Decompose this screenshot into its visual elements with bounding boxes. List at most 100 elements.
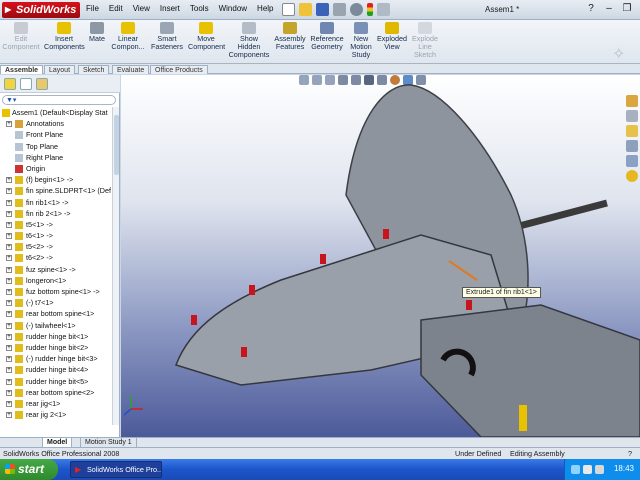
- expand-icon[interactable]: +: [6, 300, 12, 307]
- tree-item[interactable]: + rear jig 2<1>: [0, 409, 112, 420]
- tree-item[interactable]: Top Plane: [0, 141, 112, 152]
- search-help-icon[interactable]: ?: [584, 3, 598, 14]
- exploded-view-button[interactable]: Exploded View: [376, 22, 408, 51]
- print-icon[interactable]: [333, 3, 346, 16]
- tree-item[interactable]: + (-) t7<1>: [0, 297, 112, 308]
- expand-icon[interactable]: +: [6, 255, 12, 262]
- tree-item[interactable]: + longeron<1>: [0, 275, 112, 286]
- menu-help[interactable]: Help: [257, 4, 273, 13]
- expand-icon[interactable]: +: [6, 356, 12, 363]
- tree-item[interactable]: + rear jig<1>: [0, 398, 112, 409]
- tree-item[interactable]: Origin: [0, 163, 112, 174]
- tree-item[interactable]: + rear bottom spine<1>: [0, 308, 112, 319]
- expand-icon[interactable]: +: [6, 121, 12, 128]
- tab-layout[interactable]: Layout: [44, 65, 76, 74]
- tab-office-products[interactable]: Office Products: [150, 65, 208, 74]
- expand-icon[interactable]: +: [6, 389, 12, 396]
- expand-icon[interactable]: +: [6, 344, 12, 351]
- expand-icon[interactable]: +: [6, 412, 12, 419]
- tree-item[interactable]: + t6<2> ->: [0, 252, 112, 263]
- solidworks-logo[interactable]: SolidWorks: [2, 2, 80, 18]
- solidworks-resources-icon[interactable]: [626, 95, 638, 107]
- start-button[interactable]: start: [0, 459, 58, 480]
- tree-item[interactable]: + rear bottom spine<2>: [0, 387, 112, 398]
- tree-item[interactable]: + t6<1> ->: [0, 230, 112, 241]
- tree-scrollbar[interactable]: [112, 107, 119, 425]
- tree-item[interactable]: + t5<1> ->: [0, 219, 112, 230]
- tree-item[interactable]: Right Plane: [0, 152, 112, 163]
- tree-item[interactable]: + (f) begin<1> ->: [0, 174, 112, 185]
- expand-icon[interactable]: +: [6, 311, 12, 318]
- mate-button[interactable]: Mate: [86, 22, 108, 43]
- expand-icon[interactable]: +: [6, 400, 12, 407]
- network-icon[interactable]: [571, 465, 580, 474]
- rebuild-traffic-light-icon[interactable]: [367, 3, 373, 16]
- options-icon[interactable]: [377, 3, 390, 16]
- expand-icon[interactable]: +: [6, 266, 12, 273]
- tree-item[interactable]: + rudder hinge bit<5>: [0, 376, 112, 387]
- appearances-icon[interactable]: [626, 155, 638, 167]
- tree-item[interactable]: + rudder hinge bit<4>: [0, 364, 112, 375]
- menu-edit[interactable]: Edit: [109, 4, 123, 13]
- expand-icon[interactable]: +: [6, 199, 12, 206]
- tree-item[interactable]: + fuz bottom spine<1> ->: [0, 286, 112, 297]
- expand-icon[interactable]: +: [6, 177, 12, 184]
- new-motion-study-button[interactable]: New Motion Study: [348, 22, 374, 59]
- menu-window[interactable]: Window: [219, 4, 247, 13]
- tree-item[interactable]: + t5<2> ->: [0, 241, 112, 252]
- tab-evaluate[interactable]: Evaluate: [112, 65, 150, 74]
- edit-component-button[interactable]: Edit Component: [2, 22, 40, 51]
- configuration-manager-tab-icon[interactable]: [36, 78, 48, 90]
- tree-item[interactable]: + rudder hinge bit<2>: [0, 342, 112, 353]
- save-icon[interactable]: [316, 3, 329, 16]
- scrollbar-thumb[interactable]: [114, 115, 119, 175]
- expand-icon[interactable]: +: [6, 333, 12, 340]
- tree-item[interactable]: + Annotations: [0, 118, 112, 129]
- feature-manager-tab-icon[interactable]: [4, 78, 16, 90]
- menu-insert[interactable]: Insert: [160, 4, 180, 13]
- custom-properties-icon[interactable]: [626, 170, 638, 182]
- menu-tools[interactable]: Tools: [190, 4, 209, 13]
- security-icon[interactable]: [583, 465, 592, 474]
- expand-icon[interactable]: +: [6, 367, 12, 374]
- expand-icon[interactable]: +: [6, 378, 12, 385]
- tab-sketch[interactable]: Sketch: [78, 65, 110, 74]
- restore-icon[interactable]: ❐: [620, 3, 634, 14]
- view-palette-icon[interactable]: [626, 140, 638, 152]
- expand-icon[interactable]: +: [6, 221, 12, 228]
- volume-icon[interactable]: [595, 465, 604, 474]
- tree-item[interactable]: + fin rib1<1> ->: [0, 197, 112, 208]
- expand-icon[interactable]: +: [6, 210, 12, 217]
- show-hidden-components-button[interactable]: Show Hidden Components: [228, 22, 270, 59]
- smart-fasteners-button[interactable]: Smart Fasteners: [150, 22, 184, 51]
- linear-pattern-button[interactable]: Linear Compon...: [110, 22, 146, 51]
- tab-assemble[interactable]: Assemble: [0, 65, 44, 74]
- design-library-icon[interactable]: [626, 110, 638, 122]
- taskbar-item-solidworks[interactable]: SolidWorks Office Pro...: [70, 461, 162, 478]
- insert-components-button[interactable]: Insert Components: [44, 22, 85, 51]
- expand-icon[interactable]: +: [6, 289, 12, 295]
- tree-item[interactable]: + (-) rudder hinge bit<3>: [0, 353, 112, 364]
- undo-icon[interactable]: [350, 3, 363, 16]
- move-component-button[interactable]: Move Component: [188, 22, 225, 51]
- new-document-icon[interactable]: [282, 3, 295, 16]
- status-help[interactable]: ?: [628, 448, 632, 459]
- tree-item[interactable]: + fin rib 2<1> ->: [0, 208, 112, 219]
- tree-item[interactable]: + fuz spine<1> ->: [0, 264, 112, 275]
- menu-view[interactable]: View: [133, 4, 150, 13]
- tree-item[interactable]: + rudder hinge bit<1>: [0, 331, 112, 342]
- tree-item[interactable]: + (-) tailwheel<1>: [0, 320, 112, 331]
- open-folder-icon[interactable]: [299, 3, 312, 16]
- menu-file[interactable]: File: [86, 4, 99, 13]
- tree-root[interactable]: Assem1 (Default<Display Stat: [0, 107, 112, 118]
- property-manager-tab-icon[interactable]: [20, 78, 32, 90]
- reference-geometry-button[interactable]: Reference Geometry: [308, 22, 346, 51]
- minimize-icon[interactable]: –: [602, 3, 616, 14]
- expand-icon[interactable]: +: [6, 244, 12, 251]
- expand-icon[interactable]: +: [6, 233, 12, 240]
- file-explorer-icon[interactable]: [626, 125, 638, 137]
- expand-icon[interactable]: +: [6, 277, 12, 284]
- explode-line-sketch-button[interactable]: Explode Line Sketch: [410, 22, 440, 59]
- assembly-features-button[interactable]: Assembly Features: [272, 22, 308, 51]
- tree-filter[interactable]: ▼▾: [2, 95, 116, 105]
